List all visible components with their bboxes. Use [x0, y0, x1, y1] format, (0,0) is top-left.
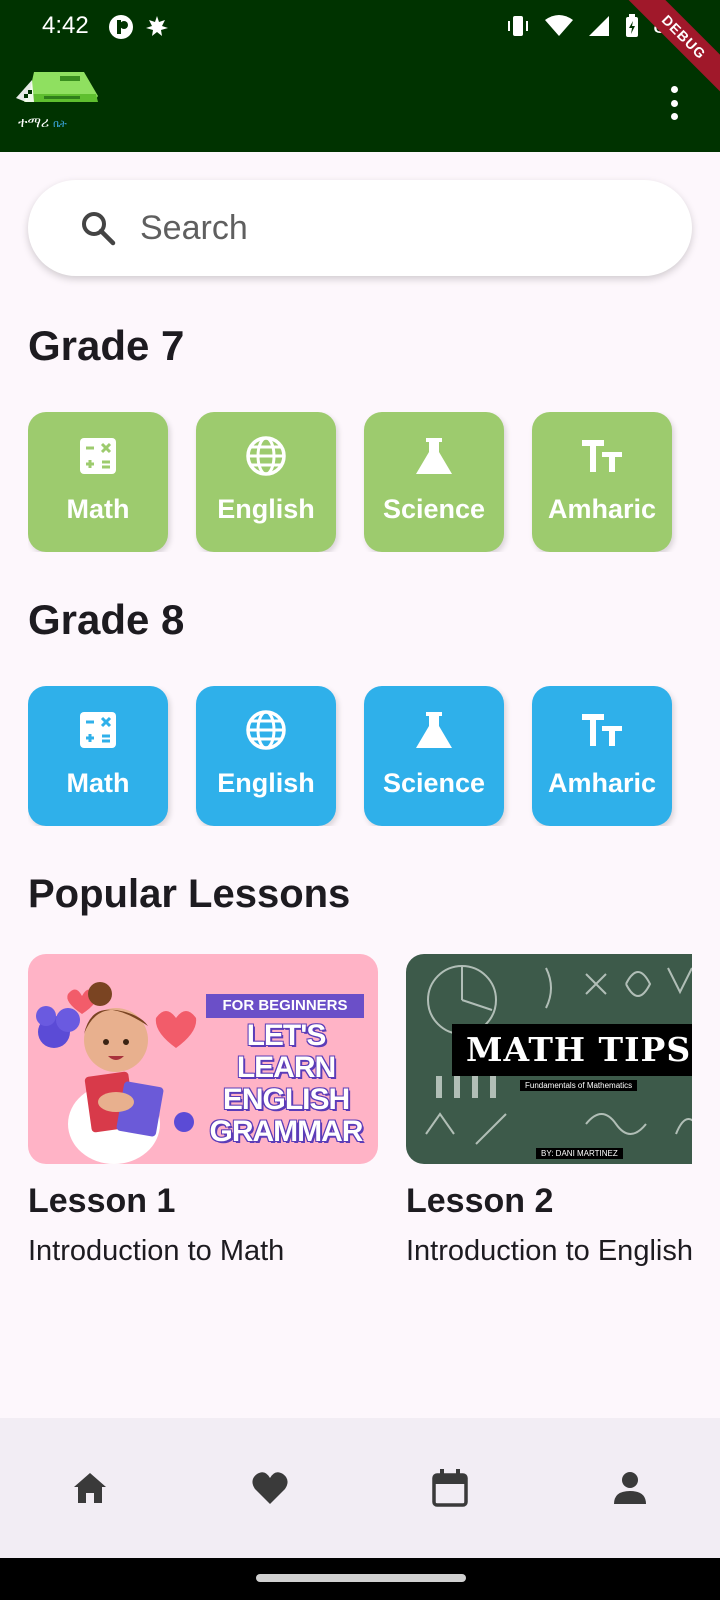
- grade7-amharic-card[interactable]: Amharic: [532, 412, 672, 552]
- lesson-card-1[interactable]: FOR BEGINNERS LET'S LEARN ENGLISH GRAMMA…: [28, 954, 378, 1294]
- text-size-icon: [582, 440, 622, 472]
- subject-label: English: [217, 768, 315, 798]
- logo-caption: ተማሪ ቤት: [18, 114, 67, 131]
- heart-icon: [252, 1472, 288, 1504]
- grade7-math-card[interactable]: Math: [28, 412, 168, 552]
- home-icon: [74, 1473, 106, 1503]
- lesson-card-2[interactable]: MATH TIPS Fundamentals of Mathematics BY…: [406, 954, 692, 1294]
- subject-label: English: [217, 494, 315, 524]
- gesture-handle[interactable]: [256, 1574, 466, 1582]
- nav-calendar[interactable]: [420, 1458, 480, 1518]
- grade7-subject-list: Math English Science Amharic: [28, 412, 692, 552]
- subject-label: Math: [66, 494, 130, 524]
- globe-icon: [246, 436, 286, 476]
- wifi-icon: [545, 15, 574, 36]
- lesson-thumbnail: FOR BEGINNERS LET'S LEARN ENGLISH GRAMMA…: [28, 954, 378, 1164]
- popular-lessons-list: FOR BEGINNERS LET'S LEARN ENGLISH GRAMMA…: [28, 954, 692, 1294]
- search-icon: [82, 212, 116, 246]
- thumbnail-subtitle: Fundamentals of Mathematics: [520, 1080, 638, 1091]
- calendar-icon: [432, 1469, 468, 1507]
- status-notification-icons: [108, 14, 170, 40]
- text-size-icon: [582, 714, 622, 746]
- grade8-english-card[interactable]: English: [196, 686, 336, 826]
- system-gesture-bar: [0, 1558, 720, 1600]
- calculator-icon: [80, 438, 116, 474]
- calculator-icon: [80, 712, 116, 748]
- subject-label: Science: [382, 768, 486, 798]
- subject-label: Amharic: [547, 768, 657, 798]
- lesson-thumbnail: MATH TIPS Fundamentals of Mathematics BY…: [406, 954, 692, 1164]
- grade8-science-card[interactable]: Science: [364, 686, 504, 826]
- signal-icon: [589, 16, 610, 36]
- search-bar[interactable]: [28, 180, 692, 276]
- thumbnail-badge: FOR BEGINNERS: [206, 994, 364, 1018]
- flask-icon: [416, 438, 452, 474]
- flask-icon: [416, 712, 452, 748]
- battery-icon: [626, 14, 639, 37]
- grade8-amharic-card[interactable]: Amharic: [532, 686, 672, 826]
- grade8-math-card[interactable]: Math: [28, 686, 168, 826]
- grade7-english-card[interactable]: English: [196, 412, 336, 552]
- app-notification-icon: [109, 15, 133, 39]
- popular-lessons-title: Popular Lessons: [28, 872, 351, 916]
- lesson-subtitle: Introduction to Math: [28, 1235, 285, 1267]
- status-time: 4:42: [42, 12, 89, 39]
- thumbnail-headline: LET'S LEARN ENGLISH GRAMMAR: [209, 1019, 364, 1148]
- grade8-subject-list: Math English Science Amharic: [28, 686, 692, 826]
- person-icon: [614, 1472, 646, 1504]
- student-illustration: [36, 982, 197, 1164]
- subject-label: Amharic: [547, 494, 657, 524]
- lesson-title: Lesson 2: [406, 1182, 554, 1220]
- logo-subtext: ቤት: [53, 119, 67, 130]
- nav-profile[interactable]: [600, 1458, 660, 1518]
- subject-label: Science: [382, 494, 486, 524]
- grade7-title: Grade 7: [28, 322, 185, 369]
- logo-text: ተማሪ: [18, 114, 50, 130]
- thumbnail-author: BY: DANI MARTINEZ: [536, 1148, 623, 1159]
- lesson-title: Lesson 1: [28, 1182, 176, 1220]
- vibrate-icon: [508, 16, 529, 36]
- bottom-navigation: [0, 1418, 720, 1558]
- thumbnail-headline: MATH TIPS: [452, 1024, 692, 1076]
- lesson-subtitle: Introduction to English: [406, 1235, 692, 1267]
- nav-home[interactable]: [60, 1458, 120, 1518]
- grade8-title: Grade 8: [28, 596, 185, 643]
- overflow-menu-icon[interactable]: [670, 86, 678, 120]
- nav-favorites[interactable]: [240, 1458, 300, 1518]
- globe-icon: [246, 710, 286, 750]
- maple-leaf-icon: [146, 16, 168, 36]
- app-bar: 4:42 81 DEBUG ተማሪቤት: [0, 0, 720, 152]
- subject-label: Math: [66, 768, 130, 798]
- search-input[interactable]: [138, 207, 622, 249]
- grade7-science-card[interactable]: Science: [364, 412, 504, 552]
